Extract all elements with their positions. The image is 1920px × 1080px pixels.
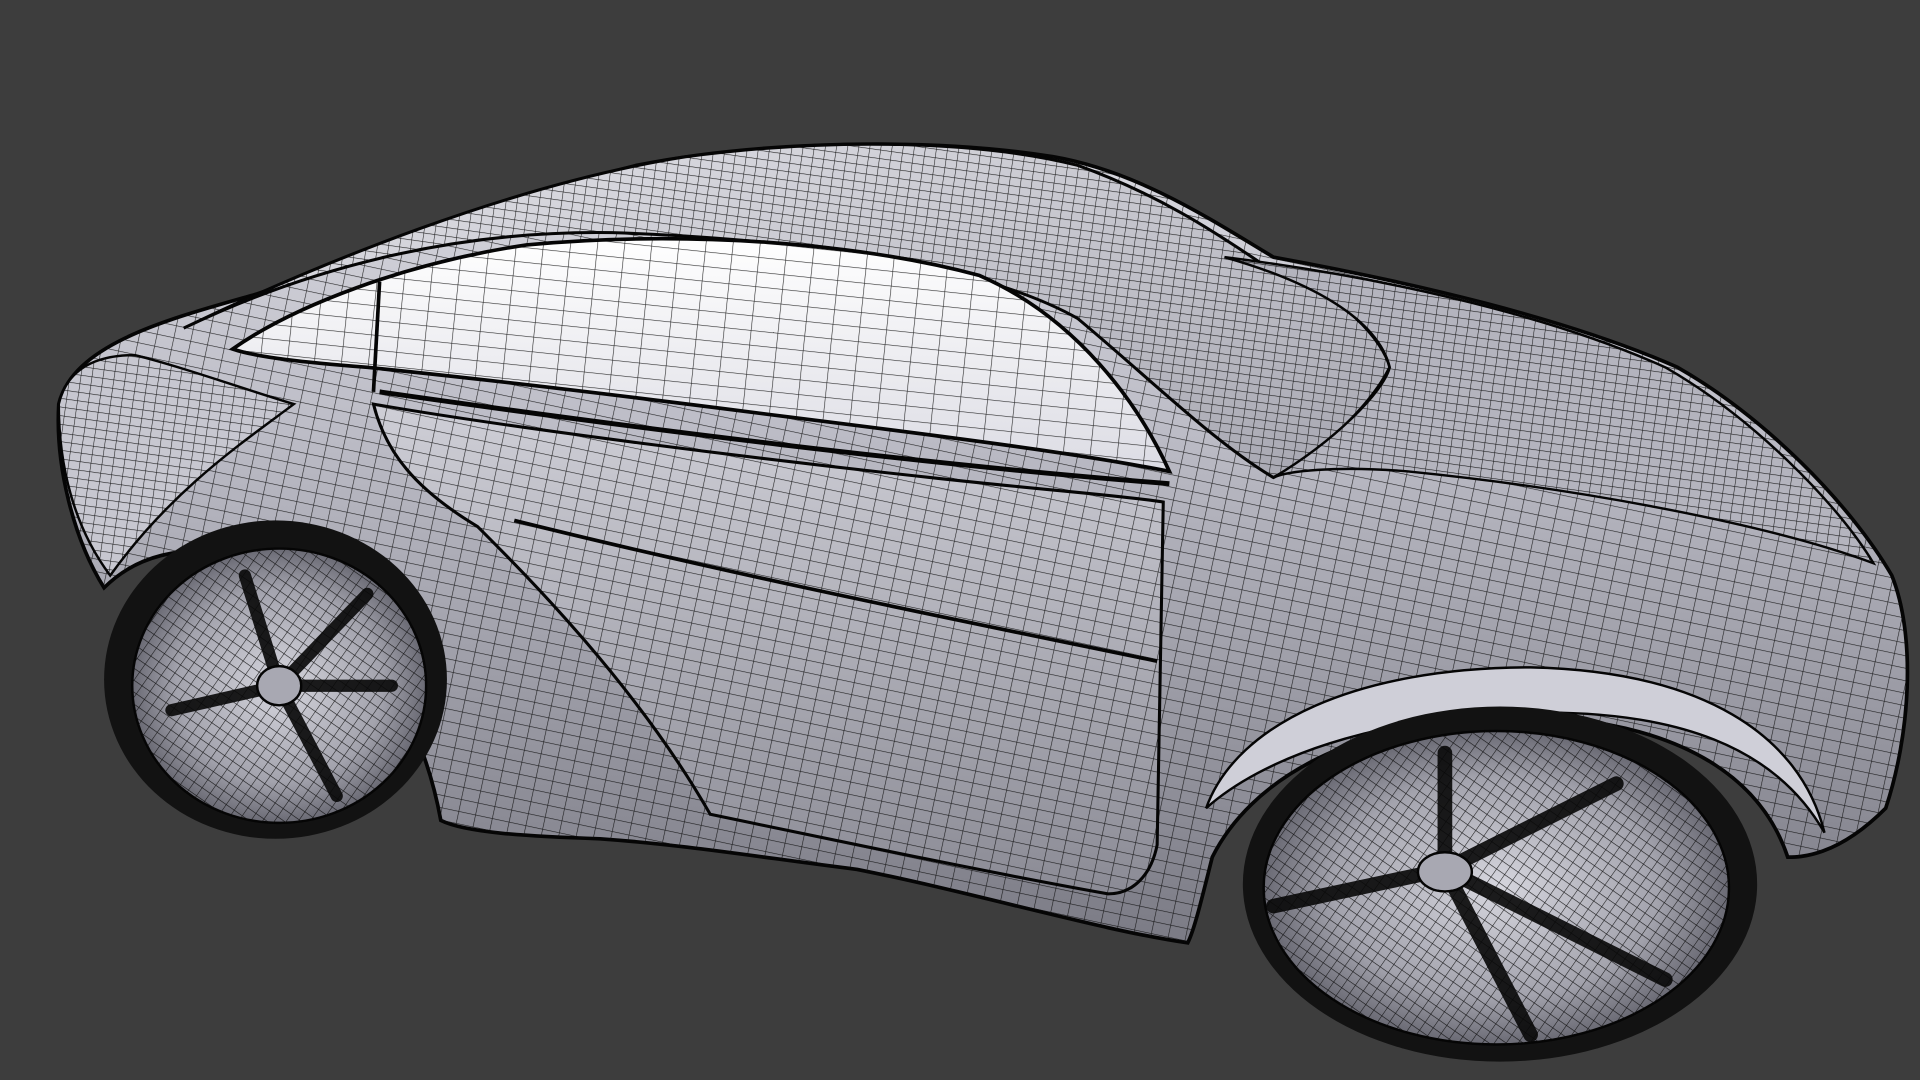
front-wheel xyxy=(104,520,447,839)
rear-wheel xyxy=(1242,706,1758,1062)
3d-viewport[interactable] xyxy=(0,0,1920,1080)
car-mesh-render xyxy=(56,142,1910,1062)
